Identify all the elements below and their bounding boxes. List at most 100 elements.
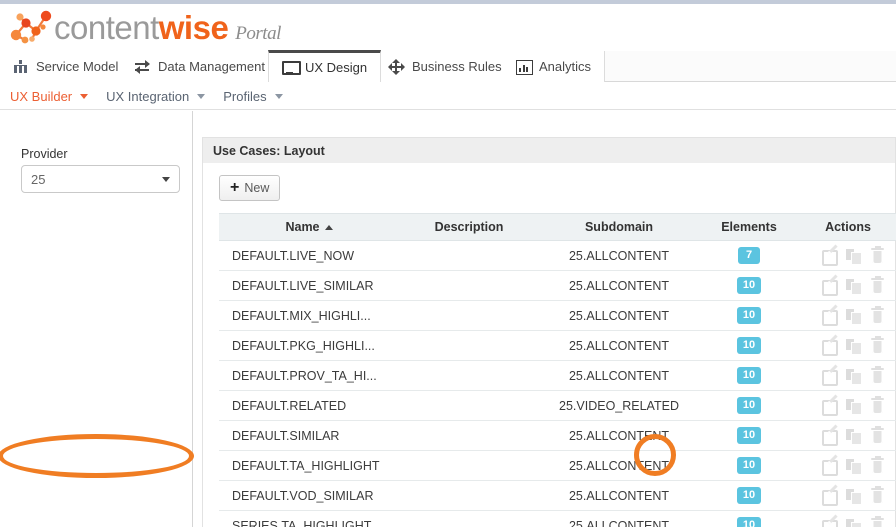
use-cases-table: Name Description Subdomain Elements Acti… <box>219 213 896 527</box>
table-row[interactable]: DEFAULT.LIVE_NOW 25.ALLCONTENT 7 <box>219 240 896 271</box>
provider-sidebar: Provider 25 <box>0 111 193 527</box>
cell-name: DEFAULT.LIVE_SIMILAR <box>219 270 399 301</box>
copy-icon[interactable] <box>846 278 862 295</box>
copy-icon[interactable] <box>846 338 862 355</box>
table-row[interactable]: DEFAULT.RELATED 25.VIDEO_RELATED 10 <box>219 390 896 421</box>
row-action-group <box>799 275 896 296</box>
table-header-row: Name Description Subdomain Elements Acti… <box>219 213 896 241</box>
column-header-elements[interactable]: Elements <box>699 213 799 241</box>
cell-name: DEFAULT.MIX_HIGHLI... <box>219 300 399 331</box>
cell-description <box>399 390 539 421</box>
content-pane: Use Cases: Layout + New Name Description… <box>194 111 896 527</box>
edit-icon[interactable] <box>822 278 838 296</box>
move-arrows-icon <box>388 58 405 75</box>
copy-icon[interactable] <box>846 308 862 325</box>
cell-subdomain: 25.ALLCONTENT <box>539 330 699 361</box>
new-button-label: New <box>244 181 270 195</box>
brand-name-wise: wise <box>158 9 229 46</box>
column-label: Elements <box>721 220 777 234</box>
delete-icon[interactable] <box>870 335 885 354</box>
cell-description <box>399 240 539 271</box>
table-row[interactable]: DEFAULT.VOD_SIMILAR 25.ALLCONTENT 10 <box>219 480 896 511</box>
table-row[interactable]: DEFAULT.TA_HIGHLIGHT 25.ALLCONTENT 10 <box>219 450 896 481</box>
network-nodes-icon <box>10 10 52 44</box>
table-row[interactable]: DEFAULT.PKG_HIGHLI... 25.ALLCONTENT 10 <box>219 330 896 361</box>
cell-elements: 10 <box>699 270 799 301</box>
submenu-item-ux-integration[interactable]: UX Integration <box>104 89 215 104</box>
tab-ux-design[interactable]: UX Design <box>268 50 382 82</box>
edit-icon[interactable] <box>822 368 838 386</box>
submenu-label: Profiles <box>223 88 267 104</box>
delete-icon[interactable] <box>870 275 885 294</box>
copy-icon[interactable] <box>846 398 862 415</box>
chevron-down-icon <box>162 176 170 182</box>
column-label: Description <box>434 220 504 234</box>
row-action-group <box>799 365 896 386</box>
column-header-description[interactable]: Description <box>399 213 539 241</box>
delete-icon[interactable] <box>870 245 885 264</box>
submenu-item-profiles[interactable]: Profiles <box>221 89 292 104</box>
org-chart-icon <box>13 59 28 74</box>
cell-description <box>399 330 539 361</box>
column-header-subdomain[interactable]: Subdomain <box>539 213 699 241</box>
copy-icon[interactable] <box>846 248 862 265</box>
row-action-group <box>799 335 896 356</box>
cell-subdomain: 25.ALLCONTENT <box>539 420 699 451</box>
row-action-group <box>799 245 896 266</box>
row-action-group <box>799 485 896 506</box>
elements-badge: 10 <box>736 307 762 324</box>
tab-business-rules[interactable]: Business Rules <box>376 51 516 82</box>
copy-icon[interactable] <box>846 518 862 527</box>
provider-selected-value: 25 <box>31 171 46 187</box>
copy-icon[interactable] <box>846 368 862 385</box>
delete-icon[interactable] <box>870 455 885 474</box>
edit-icon[interactable] <box>822 248 838 266</box>
table-header: Name Description Subdomain Elements Acti… <box>219 213 896 241</box>
row-action-group <box>799 455 896 476</box>
brand-name-portal: Portal <box>235 23 281 44</box>
tab-data-management[interactable]: Data Management <box>122 51 279 82</box>
submenu-item-ux-builder[interactable]: UX Builder <box>8 89 98 104</box>
table-row[interactable]: SERIES.TA_HIGHLIGHT 25.ALLCONTENT 10 <box>219 510 896 527</box>
delete-icon[interactable] <box>870 425 885 444</box>
edit-icon[interactable] <box>822 398 838 416</box>
cell-subdomain: 25.ALLCONTENT <box>539 240 699 271</box>
row-action-group <box>799 425 896 446</box>
cell-description <box>399 300 539 331</box>
cell-subdomain: 25.ALLCONTENT <box>539 480 699 511</box>
tab-service-model[interactable]: Service Model <box>0 51 133 82</box>
delete-icon[interactable] <box>870 515 885 527</box>
delete-icon[interactable] <box>870 395 885 414</box>
delete-icon[interactable] <box>870 305 885 324</box>
edit-icon[interactable] <box>822 428 838 446</box>
table-row[interactable]: DEFAULT.LIVE_SIMILAR 25.ALLCONTENT 10 <box>219 270 896 301</box>
table-row[interactable]: DEFAULT.MIX_HIGHLI... 25.ALLCONTENT 10 <box>219 300 896 331</box>
cell-elements: 10 <box>699 390 799 421</box>
cell-actions <box>799 330 896 361</box>
table-row[interactable]: DEFAULT.PROV_TA_HI... 25.ALLCONTENT 10 <box>219 360 896 391</box>
chevron-down-icon <box>197 93 206 99</box>
cell-actions <box>799 420 896 451</box>
provider-select[interactable]: 25 <box>21 165 180 193</box>
delete-icon[interactable] <box>870 365 885 384</box>
edit-icon[interactable] <box>822 308 838 326</box>
edit-icon[interactable] <box>822 518 838 527</box>
edit-icon[interactable] <box>822 338 838 356</box>
edit-icon[interactable] <box>822 488 838 506</box>
edit-icon[interactable] <box>822 458 838 476</box>
cell-description <box>399 510 539 527</box>
copy-icon[interactable] <box>846 488 862 505</box>
new-button[interactable]: + New <box>219 175 281 201</box>
delete-icon[interactable] <box>870 485 885 504</box>
cell-name: SERIES.TA_HIGHLIGHT <box>219 510 399 527</box>
brand-name-content: content <box>54 9 159 46</box>
table-row[interactable]: DEFAULT.SIMILAR 25.ALLCONTENT 10 <box>219 420 896 451</box>
cell-actions <box>799 240 896 271</box>
cell-description <box>399 450 539 481</box>
tab-label: Service Model <box>36 59 119 74</box>
copy-icon[interactable] <box>846 458 862 475</box>
tab-analytics[interactable]: Analytics <box>503 51 606 82</box>
column-header-name[interactable]: Name <box>219 213 399 241</box>
copy-icon[interactable] <box>846 428 862 445</box>
submenu-bar: UX Builder UX Integration Profiles <box>0 83 896 110</box>
